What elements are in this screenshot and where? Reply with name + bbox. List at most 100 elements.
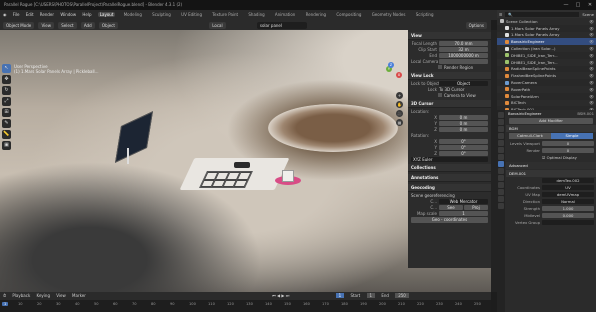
cursor-rot-z-field[interactable]: 0° xyxy=(439,150,488,156)
world-tab-icon[interactable] xyxy=(498,147,504,153)
outliner-row[interactable]: 1.Mars Solar Panels Array 👁 xyxy=(497,31,596,39)
gizmo-z-icon[interactable]: Z xyxy=(388,62,394,68)
visibility-eye-icon[interactable]: 👁 xyxy=(589,26,594,31)
catmull-clark-option[interactable]: Catmull-Clark xyxy=(509,133,551,139)
3d-cursor-section-header[interactable]: 3D Cursor xyxy=(408,100,491,108)
local-camera-toggle[interactable] xyxy=(439,58,488,64)
outliner-row[interactable]: RoverPath 👁 xyxy=(497,85,596,93)
perspective-toggle-icon[interactable]: ▦ xyxy=(396,119,403,126)
outliner-row[interactable]: 1.Mars Solar Panels Array 👁 xyxy=(497,25,596,32)
annotate-tool-icon[interactable]: ✎ xyxy=(2,119,11,128)
scale-tool-icon[interactable]: ⤢ xyxy=(2,97,11,106)
constraints-tab-icon[interactable] xyxy=(498,182,504,188)
view-section-header[interactable]: View xyxy=(408,32,491,40)
outliner-row[interactable]: Scene Collection 👁 xyxy=(497,18,596,25)
orientation-dropdown[interactable]: Local xyxy=(209,21,226,29)
rotate-tool-icon[interactable]: ↻ xyxy=(2,86,11,95)
zoom-icon[interactable]: + xyxy=(396,92,403,99)
modifier2-name[interactable]: DEM.001 xyxy=(509,171,526,176)
current-frame-field[interactable]: 1 xyxy=(335,293,345,298)
outliner-row[interactable]: Collection (Iran Solar...) 👁 xyxy=(497,45,596,52)
outliner-row[interactable]: DHIBE1_SIDE_Iran_Terr... 👁 xyxy=(497,58,596,66)
add-modifier-button[interactable]: Add Modifier xyxy=(509,118,593,124)
outliner-row[interactable]: RadialBeanSplinePoints 👁 xyxy=(497,66,596,73)
outliner-row[interactable]: BorosiricEngineer 👁 xyxy=(497,38,596,46)
timeline-view-menu[interactable]: View xyxy=(56,293,66,298)
visibility-eye-icon[interactable]: 👁 xyxy=(589,100,594,105)
midlevel-field[interactable]: 0.000 xyxy=(542,212,594,219)
tab-uv-editing[interactable]: UV Editing xyxy=(179,12,204,17)
rover-object[interactable] xyxy=(234,162,250,168)
levels-viewport-field[interactable]: 0 xyxy=(542,140,594,147)
outliner-row[interactable]: BiCTech 👁 xyxy=(497,99,596,107)
camera-view-icon[interactable]: 🎥 xyxy=(396,110,403,117)
visibility-eye-icon[interactable]: 👁 xyxy=(589,39,594,44)
outliner-editor-icon[interactable]: ☰ xyxy=(499,12,502,17)
tab-sculpting[interactable]: Sculpting xyxy=(150,12,173,17)
web-mercator-dropdown[interactable]: Web Mercator xyxy=(439,198,488,204)
marker-menu[interactable]: Marker xyxy=(72,293,86,298)
focal-length-field[interactable]: 70.0 mm xyxy=(439,40,488,46)
lock-3d-cursor-checkbox[interactable]: To 3D Cursor xyxy=(439,87,488,92)
modifier1-header[interactable]: BGM xyxy=(506,125,596,132)
rotation-mode-dropdown[interactable]: XYZ Euler xyxy=(411,156,488,162)
physics-tab-icon[interactable] xyxy=(498,175,504,181)
tab-shading[interactable]: Shading xyxy=(246,12,266,17)
gizmo-x-icon[interactable]: X xyxy=(396,72,402,78)
cursor-rot-x-field[interactable]: 0° xyxy=(439,138,488,144)
visibility-eye-icon[interactable]: 👁 xyxy=(589,60,594,65)
start-frame-field[interactable]: 1 xyxy=(366,293,376,298)
view-menu[interactable]: View xyxy=(38,21,54,29)
pan-icon[interactable]: ✋ xyxy=(396,101,403,108)
uv-map-field[interactable]: demUVmap xyxy=(542,191,594,198)
cursor-loc-x-field[interactable]: 0 m xyxy=(439,114,488,120)
vertex-group-field[interactable] xyxy=(542,219,594,226)
outliner-row[interactable]: RoverCamera 👁 xyxy=(497,79,596,86)
particles-tab-icon[interactable] xyxy=(498,168,504,174)
coordinates-dropdown[interactable]: UV xyxy=(542,184,594,191)
outliner-row[interactable]: SolarPanelArm 👁 xyxy=(497,93,596,100)
transform-tool-icon[interactable]: ⊞ xyxy=(2,108,11,117)
tab-layout[interactable]: Layout xyxy=(97,12,116,17)
playback-menu[interactable]: Playback xyxy=(12,293,30,298)
visibility-eye-icon[interactable]: 👁 xyxy=(589,80,594,85)
optimal-display-checkbox[interactable]: ☑ Optimal Display xyxy=(542,155,577,160)
blender-logo-icon[interactable]: ◉ xyxy=(3,12,7,17)
measure-tool-icon[interactable]: 📏 xyxy=(2,130,11,139)
tab-texture-paint[interactable]: Texture Paint xyxy=(210,12,240,17)
view-layer-tab-icon[interactable] xyxy=(498,133,504,139)
cursor-loc-y-field[interactable]: 0 m xyxy=(439,120,488,126)
menu-render[interactable]: Render xyxy=(40,12,54,17)
modifier1-name[interactable]: BGM xyxy=(509,126,518,131)
lock-object-field[interactable]: Object xyxy=(439,80,488,86)
menu-edit[interactable]: Edit xyxy=(26,12,34,17)
render-tab-icon[interactable] xyxy=(498,119,504,125)
tab-compositing[interactable]: Compositing xyxy=(334,12,363,17)
tab-rendering[interactable]: Rendering xyxy=(304,12,328,17)
clip-end-field[interactable]: 1000000000 m xyxy=(439,52,488,58)
solar-panel-object[interactable] xyxy=(115,111,153,163)
keying-menu[interactable]: Keying xyxy=(37,293,50,298)
visibility-eye-icon[interactable]: 👁 xyxy=(589,32,594,37)
end-frame-field[interactable]: 250 xyxy=(395,293,409,298)
visibility-eye-icon[interactable]: 👁 xyxy=(589,19,594,24)
timeline-editor-icon[interactable]: ⏱ xyxy=(3,293,6,298)
visibility-eye-icon[interactable]: 👁 xyxy=(589,66,594,71)
visibility-eye-icon[interactable]: 👁 xyxy=(589,73,594,78)
cursor-loc-z-field[interactable]: 0 m xyxy=(439,126,488,132)
simple-option[interactable]: Simple xyxy=(551,133,593,139)
maximize-button[interactable]: □ xyxy=(572,0,584,10)
scene-selector[interactable]: Scene xyxy=(582,12,594,17)
object-menu[interactable]: Object xyxy=(98,21,118,29)
collections-section-header[interactable]: Collections xyxy=(408,164,491,172)
see-button[interactable]: See xyxy=(439,204,463,210)
output-tab-icon[interactable] xyxy=(498,126,504,132)
proj-button[interactable]: Proj xyxy=(464,204,488,210)
geo-coordinates-button[interactable]: Geo - coordinates xyxy=(411,217,488,223)
solar-grid-object[interactable] xyxy=(199,171,253,188)
object-tab-icon[interactable] xyxy=(498,154,504,160)
tab-geometry-nodes[interactable]: Geometry Nodes xyxy=(370,12,408,17)
menu-file[interactable]: File xyxy=(13,12,20,17)
timeline-scrubber[interactable]: 1 10 20 30 40 50 60 70 80 90 100 110 120 130 140 150 16… xyxy=(0,300,491,312)
visibility-eye-icon[interactable]: 👁 xyxy=(589,53,594,58)
